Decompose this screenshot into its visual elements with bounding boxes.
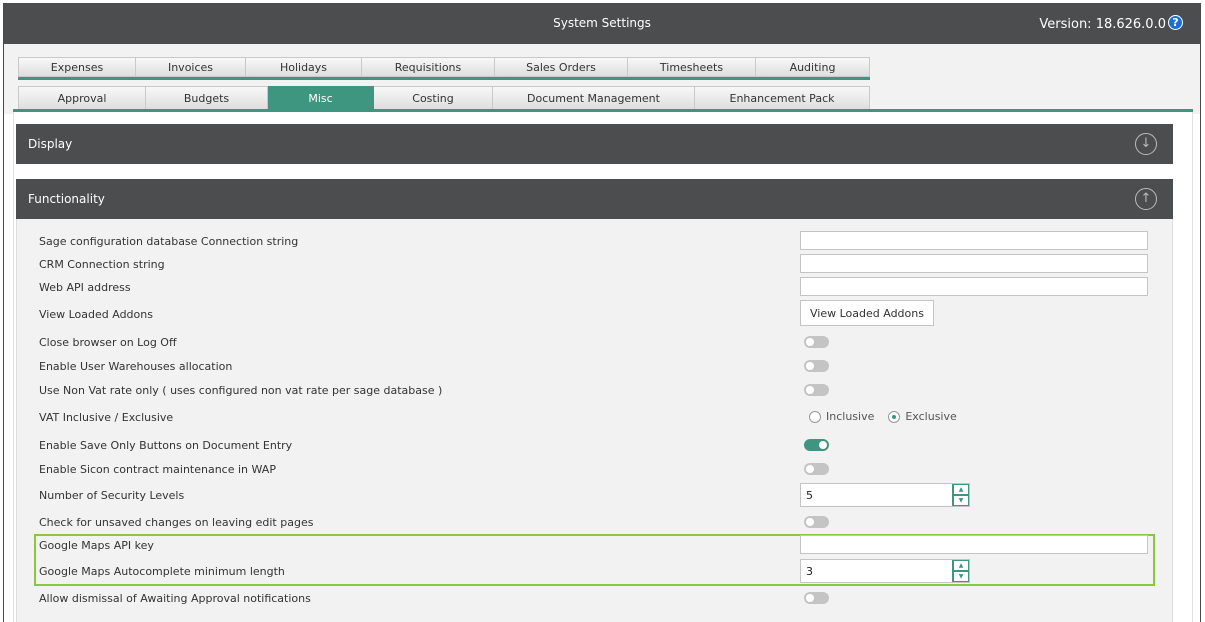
maps-min-length-spin-buttons: ▲ ▼ — [952, 560, 969, 582]
decrement-arrow-icon[interactable]: ▼ — [953, 495, 969, 506]
inclusive-radio-label[interactable]: Inclusive — [826, 410, 874, 423]
unsaved-changes-label: Check for unsaved changes on leaving edi… — [39, 516, 314, 529]
section-display-header[interactable]: Display ↓ — [16, 124, 1173, 164]
tab-approval[interactable]: Approval — [18, 86, 146, 110]
tab-enhancement-pack[interactable]: Enhancement Pack — [695, 86, 870, 110]
settings-window: System Settings Version: 18.626.0.0 ? Ex… — [3, 3, 1201, 622]
dismiss-approval-toggle[interactable] — [804, 592, 829, 604]
tab-expenses[interactable]: Expenses — [18, 57, 136, 77]
down-arrow-circle-icon[interactable]: ↓ — [1135, 133, 1157, 155]
user-warehouses-label: Enable User Warehouses allocation — [39, 360, 233, 373]
tab-sales-orders[interactable]: Sales Orders — [495, 57, 628, 77]
inclusive-radio[interactable] — [809, 410, 821, 423]
vat-mode-radio-group: Inclusive Exclusive — [809, 410, 971, 423]
tab-auditing[interactable]: Auditing — [756, 57, 870, 77]
save-only-label: Enable Save Only Buttons on Document Ent… — [39, 439, 293, 452]
sicon-contract-label: Enable Sicon contract maintenance in WAP — [39, 463, 276, 476]
maps-min-length-label: Google Maps Autocomplete minimum length — [39, 565, 285, 578]
security-levels-value[interactable]: 5 — [806, 489, 813, 502]
close-browser-label: Close browser on Log Off — [39, 336, 177, 349]
increment-arrow-icon[interactable]: ▲ — [953, 484, 969, 495]
non-vat-toggle[interactable] — [804, 384, 829, 396]
tab-row-2: Approval Budgets Misc Costing Document M… — [18, 86, 870, 110]
tab-timesheets[interactable]: Timesheets — [628, 57, 756, 77]
tab-document-management[interactable]: Document Management — [493, 86, 695, 110]
web-api-input[interactable] — [800, 277, 1148, 296]
non-vat-label: Use Non Vat rate only ( uses configured … — [39, 384, 443, 397]
security-levels-spin-buttons: ▲ ▼ — [952, 484, 969, 506]
tab-requisitions[interactable]: Requisitions — [362, 57, 495, 77]
tab-row-1: Expenses Invoices Holidays Requisitions … — [18, 57, 870, 80]
dismiss-approval-label: Allow dismissal of Awaiting Approval not… — [39, 592, 311, 605]
exclusive-radio-label[interactable]: Exclusive — [905, 410, 956, 423]
section-display-title: Display — [28, 137, 73, 151]
maps-min-length-value[interactable]: 3 — [806, 565, 813, 578]
user-warehouses-toggle[interactable] — [804, 360, 829, 372]
view-addons-label: View Loaded Addons — [39, 308, 153, 321]
view-addons-button[interactable]: View Loaded Addons — [800, 300, 934, 326]
tab-budgets[interactable]: Budgets — [146, 86, 268, 110]
maps-api-key-label: Google Maps API key — [39, 539, 154, 552]
save-only-toggle[interactable] — [804, 439, 829, 451]
page-title: System Settings — [553, 16, 651, 30]
sage-connection-input[interactable] — [800, 231, 1148, 250]
up-arrow-circle-icon[interactable]: ↑ — [1135, 188, 1157, 210]
tab-misc[interactable]: Misc — [268, 86, 374, 110]
vat-mode-label: VAT Inclusive / Exclusive — [39, 411, 174, 424]
maps-api-key-input[interactable] — [800, 535, 1148, 554]
increment-arrow-icon[interactable]: ▲ — [953, 560, 969, 571]
section-functionality-header[interactable]: Functionality ↑ — [16, 179, 1173, 219]
unsaved-changes-toggle[interactable] — [804, 516, 829, 528]
decrement-arrow-icon[interactable]: ▼ — [953, 571, 969, 582]
section-functionality-title: Functionality — [28, 192, 105, 206]
maps-min-length-stepper[interactable]: 3 ▲ ▼ — [800, 559, 970, 583]
security-levels-stepper[interactable]: 5 ▲ ▼ — [800, 483, 970, 507]
help-icon[interactable]: ? — [1168, 15, 1183, 30]
crm-connection-input[interactable] — [800, 254, 1148, 273]
tab-invoices[interactable]: Invoices — [136, 57, 246, 77]
security-levels-label: Number of Security Levels — [39, 489, 185, 502]
tab-strip: Expenses Invoices Holidays Requisitions … — [4, 44, 1200, 114]
tab-holidays[interactable]: Holidays — [246, 57, 362, 77]
sage-connection-label: Sage configuration database Connection s… — [39, 235, 299, 248]
title-bar: System Settings Version: 18.626.0.0 ? — [4, 4, 1200, 44]
tab-costing[interactable]: Costing — [374, 86, 493, 110]
close-browser-toggle[interactable] — [804, 336, 829, 348]
sicon-contract-toggle[interactable] — [804, 463, 829, 475]
web-api-label: Web API address — [39, 281, 131, 294]
exclusive-radio[interactable] — [888, 410, 901, 423]
version-label: Version: 18.626.0.0 — [1039, 17, 1166, 32]
crm-connection-label: CRM Connection string — [39, 258, 165, 271]
